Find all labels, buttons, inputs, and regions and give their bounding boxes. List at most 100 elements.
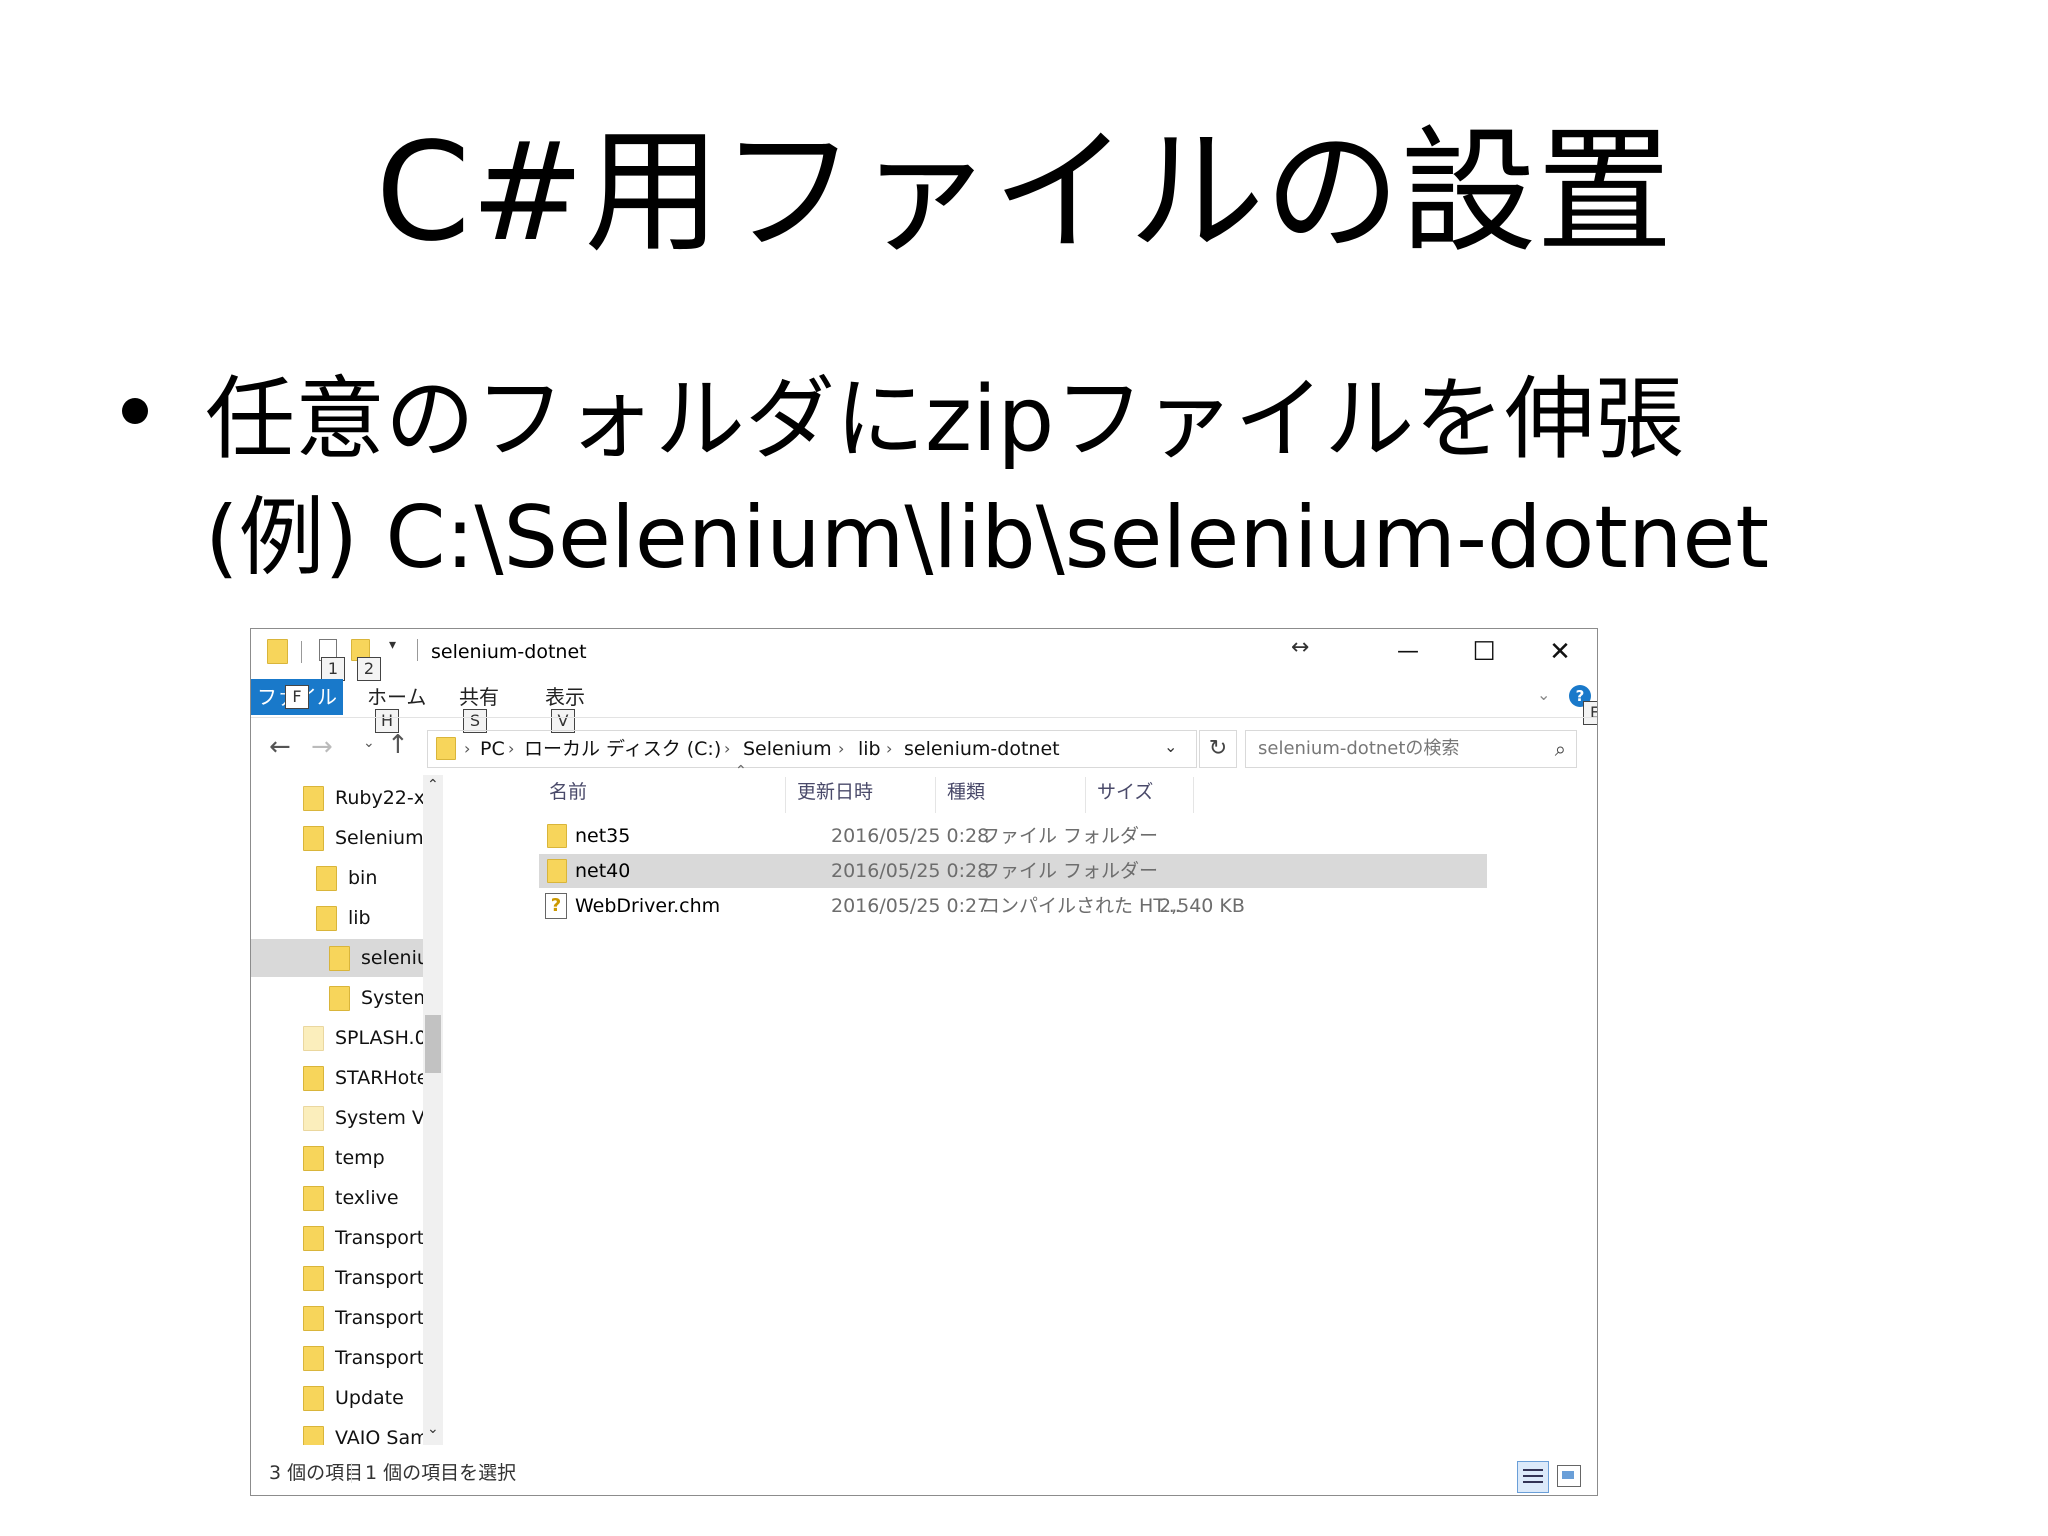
file-type: コンパイルされた HT... [981,895,1181,917]
search-placeholder: selenium-dotnetの検索 [1258,738,1460,759]
bullet-marker [122,398,148,424]
nav-scrollbar[interactable]: ⌃ ⌄ [423,775,443,1445]
breadcrumb-pc[interactable]: PC [480,731,505,767]
nav-item[interactable]: bin [348,859,377,897]
nav-item[interactable]: System [361,979,423,1017]
nav-item[interactable]: TransportationI [335,1219,423,1257]
column-divider [1193,777,1194,813]
navigation-pane: Ruby22-x64Seleniumbinlibselenium-dcSyste… [251,775,423,1445]
file-row[interactable]: ? WebDriver.chm 2016/05/25 0:27 コンパイルされた HT… [539,889,1487,923]
folder-icon [303,1186,324,1211]
file-name: WebDriver.chm [575,895,721,917]
scrollbar-thumb[interactable] [425,1015,441,1073]
column-header-size[interactable]: サイズ [1097,775,1153,809]
folder-icon [547,824,567,848]
refresh-icon[interactable]: ↻ [1199,730,1237,768]
scroll-down-icon[interactable]: ⌄ [427,1421,439,1437]
folder-icon [303,1066,324,1091]
keytip-f: F [285,685,309,709]
breadcrumb-separator: › [838,739,845,758]
folder-icon [303,1146,324,1171]
folder-icon [547,859,567,883]
minimize-button[interactable]: — [1371,629,1445,675]
file-row[interactable]: net35 2016/05/25 0:28 ファイル フォルダー [539,819,1487,853]
bullet-text: 任意のフォルダにzipファイルを伸張 [205,367,1685,472]
file-row[interactable]: net40 2016/05/25 0:28 ファイル フォルダー [539,854,1487,888]
folder-icon [267,639,288,664]
column-divider [1085,777,1086,813]
breadcrumb-separator: › [724,739,731,758]
folder-icon [303,1306,324,1331]
folder-icon [436,737,456,760]
large-icons-view-icon[interactable] [1557,1465,1581,1487]
column-divider [935,777,936,813]
breadcrumb-separator: › [508,739,515,758]
folder-icon [329,986,350,1011]
nav-item[interactable]: temp [335,1139,385,1177]
forward-arrow-icon[interactable]: → [311,732,333,762]
nav-item[interactable]: SPLASH.000 [335,1019,423,1057]
folder-icon [303,786,324,811]
nav-item[interactable]: STARHotel [335,1059,423,1097]
folder-icon [303,1026,324,1051]
ribbon-expand-icon[interactable]: ⌄ [1537,685,1550,704]
file-name: net40 [575,860,631,882]
file-type: ファイル フォルダー [981,860,1159,882]
keytip-2: 2 [357,657,381,681]
file-date: 2016/05/25 0:27 [831,895,990,917]
nav-item[interactable]: TransportationI [335,1339,423,1377]
breadcrumb-selenium[interactable]: Selenium [743,731,832,767]
slide-title: C#用ファイルの設置 [375,114,1673,272]
search-icon: ⌕ [1554,737,1566,761]
nav-item[interactable]: Ruby22-x64 [335,779,423,817]
nav-item[interactable]: TransportationI [335,1299,423,1337]
nav-item[interactable]: TransportationI [335,1259,423,1297]
close-button[interactable]: ✕ [1523,629,1597,675]
folder-icon [303,826,324,851]
nav-item[interactable]: texlive [335,1179,399,1217]
file-name: net35 [575,825,631,847]
window-title: selenium-dotnet [431,641,587,663]
bullet-example-path: (例) C:\Selenium\lib\selenium-dotnet [205,488,1770,588]
recent-locations-icon[interactable]: ⌄ [363,735,375,751]
breadcrumb-selenium-dotnet[interactable]: selenium-dotnet [904,731,1060,767]
folder-icon [316,866,337,891]
nav-item[interactable]: selenium-dc [361,939,423,977]
keytip-e: E [1583,701,1597,725]
breadcrumb-separator: › [886,739,893,758]
nav-item[interactable]: VAIO Sample C [335,1419,423,1445]
details-view-icon[interactable] [1517,1461,1549,1493]
breadcrumb-lib[interactable]: lib [858,731,881,767]
folder-icon [316,906,337,931]
nav-item[interactable]: Update [335,1379,404,1417]
column-header-date[interactable]: 更新日時 [797,775,873,809]
nav-item[interactable]: Selenium [335,819,423,857]
nav-item[interactable]: System Volume [335,1099,423,1137]
address-dropdown-icon[interactable]: ⌄ [1164,737,1177,756]
file-date: 2016/05/25 0:28 [831,860,990,882]
folder-icon [329,946,350,971]
nav-item[interactable]: lib [348,899,371,937]
breadcrumb-local-disk[interactable]: ローカル ディスク (C:) [524,731,721,767]
keytip-1: 1 [321,657,345,681]
column-header-name[interactable]: 名前 [549,775,587,809]
scroll-up-icon[interactable]: ⌃ [427,777,439,793]
up-arrow-icon[interactable]: ↑ [387,730,409,760]
resize-icon: ↔ [1291,635,1310,660]
folder-icon [303,1266,324,1291]
chm-help-icon: ? [545,893,567,919]
file-type: ファイル フォルダー [981,825,1159,847]
maximize-button[interactable]: ☐ [1447,629,1521,675]
file-date: 2016/05/25 0:28 [831,825,990,847]
qat-dropdown-icon[interactable]: ▾ [389,637,396,653]
divider [351,1463,352,1483]
column-divider [785,777,786,813]
address-bar[interactable]: › PC › ローカル ディスク (C:) › Selenium › lib ›… [427,730,1197,768]
back-arrow-icon[interactable]: ← [269,732,291,762]
search-input[interactable]: selenium-dotnetの検索 ⌕ [1245,730,1577,768]
folder-icon [303,1226,324,1251]
status-item-count: 3 個の項目 [269,1462,364,1484]
column-header-type[interactable]: 種類 [947,775,985,809]
folder-icon [303,1426,324,1445]
folder-icon [303,1106,324,1131]
